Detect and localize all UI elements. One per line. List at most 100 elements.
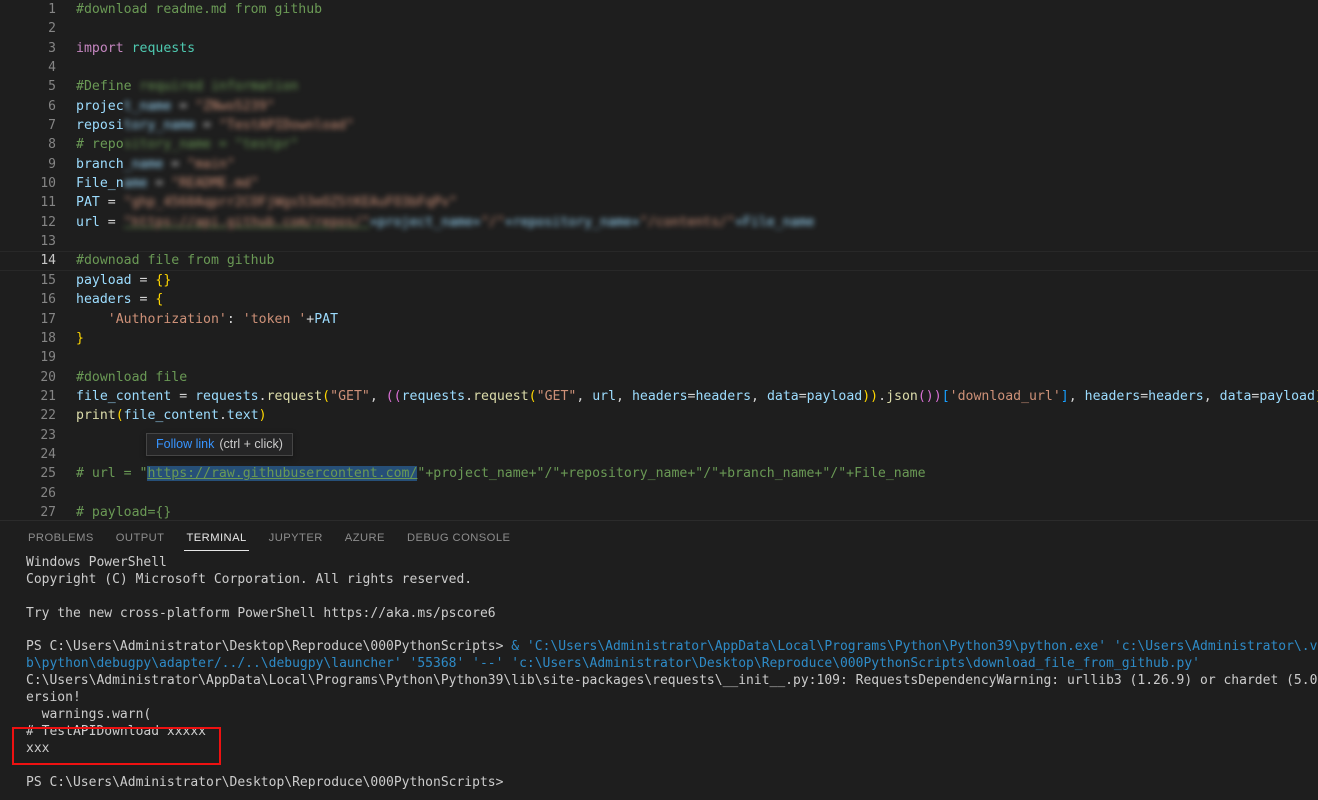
panel-tab-output[interactable]: OUTPUT xyxy=(114,521,167,555)
code-token: , xyxy=(1068,388,1085,404)
code-line[interactable]: 17 'Authorization': 'token '+PAT xyxy=(0,310,1318,329)
code-line-text: headers = { xyxy=(76,290,163,309)
code-token: . xyxy=(258,388,267,404)
code-line-text: PAT = "ghp_4560Aqprr2COFjWgs53eOZStKEAuF… xyxy=(76,193,457,212)
code-line[interactable]: 21 file_content = requests.request("GET",… xyxy=(0,387,1318,406)
line-number: 18 xyxy=(40,330,56,346)
terminal-text: xxx xyxy=(26,740,50,756)
code-token: headers xyxy=(631,388,688,404)
panel-tab-label: AZURE xyxy=(344,532,385,544)
code-token: = xyxy=(1140,388,1149,404)
code-line[interactable]: 1 #download readme.md from github xyxy=(0,0,1318,19)
code-line[interactable]: 25 # url = "https://raw.githubusercontent… xyxy=(0,464,1318,483)
code-token: , xyxy=(1203,388,1220,404)
code-line[interactable]: 6 project_name = "ZNwo5239" xyxy=(0,97,1318,116)
code-line[interactable]: 5 #Define required information xyxy=(0,77,1318,96)
code-token: = xyxy=(171,388,196,404)
code-line[interactable]: 12 url = "https://api.github.com/repos/"+… xyxy=(0,213,1318,232)
line-number: 26 xyxy=(40,485,56,501)
panel-tab-jupyter[interactable]: JUPYTER xyxy=(267,521,325,555)
code-token: url xyxy=(76,214,100,230)
code-line[interactable]: 10 File_name = "README.md" xyxy=(0,174,1318,193)
code-token: (( xyxy=(385,388,402,404)
code-token: reposi xyxy=(76,118,124,134)
panel-tab-label: PROBLEMS xyxy=(28,532,94,544)
code-token: = xyxy=(99,195,124,211)
code-line[interactable]: 13 xyxy=(0,232,1318,251)
code-link[interactable]: https://raw.githubusercontent.com/ xyxy=(147,466,418,482)
code-line[interactable]: 15 payload = {} xyxy=(0,271,1318,290)
code-token: "/" xyxy=(480,214,505,230)
terminal-line: xxx xyxy=(0,741,1318,758)
code-line[interactable]: 14 #downoad file from github xyxy=(0,251,1318,271)
code-line[interactable]: 18} xyxy=(0,329,1318,348)
code-line[interactable]: 7 repository_name = "TestAPIDownload" xyxy=(0,116,1318,135)
code-token: json xyxy=(886,388,918,404)
code-line[interactable]: 8 # repository_name = "testpr" xyxy=(0,135,1318,154)
terminal-line: Try the new cross-platform PowerShell ht… xyxy=(0,606,1318,623)
code-token: { xyxy=(155,292,164,308)
code-token: data xyxy=(1219,388,1252,404)
code-line-text: #downoad file from github xyxy=(76,252,275,269)
line-number: 24 xyxy=(40,446,56,462)
code-line[interactable]: 11 PAT = "ghp_4560Aqprr2COFjWgs53eOZStKEA… xyxy=(0,193,1318,212)
line-number: 25 xyxy=(40,466,56,482)
code-token: requests xyxy=(401,388,466,404)
code-editor[interactable]: 1 #download readme.md from github 2 3 import… xyxy=(0,0,1318,520)
code-token: #download readme.md from github xyxy=(76,2,323,17)
code-token: #downoad file from github xyxy=(76,253,275,269)
code-line[interactable]: 22 print(file_content.text) xyxy=(0,406,1318,425)
code-token: requests xyxy=(195,388,259,404)
code-token: ( xyxy=(528,388,537,404)
code-line-text: #download file xyxy=(76,368,187,387)
code-token: File_n xyxy=(76,176,124,192)
terminal-text: warnings.warn( xyxy=(26,707,152,723)
code-token: "ZNwo5239" xyxy=(195,98,275,114)
panel-tab-bar[interactable]: PROBLEMS OUTPUT TERMINAL JUPYTER AZURE DEBUG … xyxy=(0,521,1318,555)
code-line-text: repository_name = "TestAPIDownload" xyxy=(76,116,354,135)
panel-tab-debug-console[interactable]: DEBUG CONSOLE xyxy=(405,521,512,555)
code-token: = xyxy=(171,98,196,114)
panel-tab-azure[interactable]: AZURE xyxy=(343,521,387,555)
code-token: headers xyxy=(1148,388,1204,404)
code-token: : xyxy=(226,311,243,327)
line-number: 20 xyxy=(40,369,56,385)
code-line[interactable]: 4 xyxy=(0,58,1318,77)
code-token: )) xyxy=(862,388,879,404)
code-link[interactable]: "https://api.github.com/repos/" xyxy=(124,215,370,230)
code-line[interactable]: 3 import requests xyxy=(0,39,1318,58)
code-line-text: } xyxy=(76,329,84,348)
code-line[interactable]: 27 # payload={} xyxy=(0,503,1318,520)
line-number: 9 xyxy=(48,156,56,172)
panel-tab-label: OUTPUT xyxy=(115,532,165,544)
code-line[interactable]: 9 branch_name = "main" xyxy=(0,155,1318,174)
code-line[interactable]: 20 #download file xyxy=(0,368,1318,387)
code-line[interactable]: 19 xyxy=(0,348,1318,367)
terminal-line: # TestAPIDownload xxxxx xyxy=(0,724,1318,741)
follow-link-action[interactable]: Follow link xyxy=(156,437,214,451)
code-token: request xyxy=(266,388,323,404)
code-token: data xyxy=(766,388,799,404)
code-line[interactable]: 26 xyxy=(0,484,1318,503)
panel-tab-problems[interactable]: PROBLEMS xyxy=(26,521,96,555)
code-token: , xyxy=(369,388,386,404)
code-line[interactable]: 16 headers = { xyxy=(0,290,1318,309)
code-token: request xyxy=(473,388,529,404)
code-token: [ xyxy=(941,388,950,404)
terminal-line: b\python\debugpy\adapter/../..\debugpy\l… xyxy=(0,656,1318,673)
code-token: ( xyxy=(115,408,124,424)
code-token: 'download_url' xyxy=(949,388,1061,404)
code-token: +File_name xyxy=(735,214,815,230)
code-line[interactable]: 2 xyxy=(0,19,1318,38)
line-number: 8 xyxy=(48,137,56,153)
panel-tab-terminal[interactable]: TERMINAL xyxy=(184,521,249,555)
terminal-output[interactable]: Windows PowerShell Copyright (C) Microsof… xyxy=(0,555,1318,800)
code-token: _name xyxy=(123,156,164,172)
code-token: = xyxy=(163,156,188,172)
terminal-line: PS C:\Users\Administrator\Desktop\Reprod… xyxy=(0,775,1318,792)
line-number: 6 xyxy=(48,98,56,114)
